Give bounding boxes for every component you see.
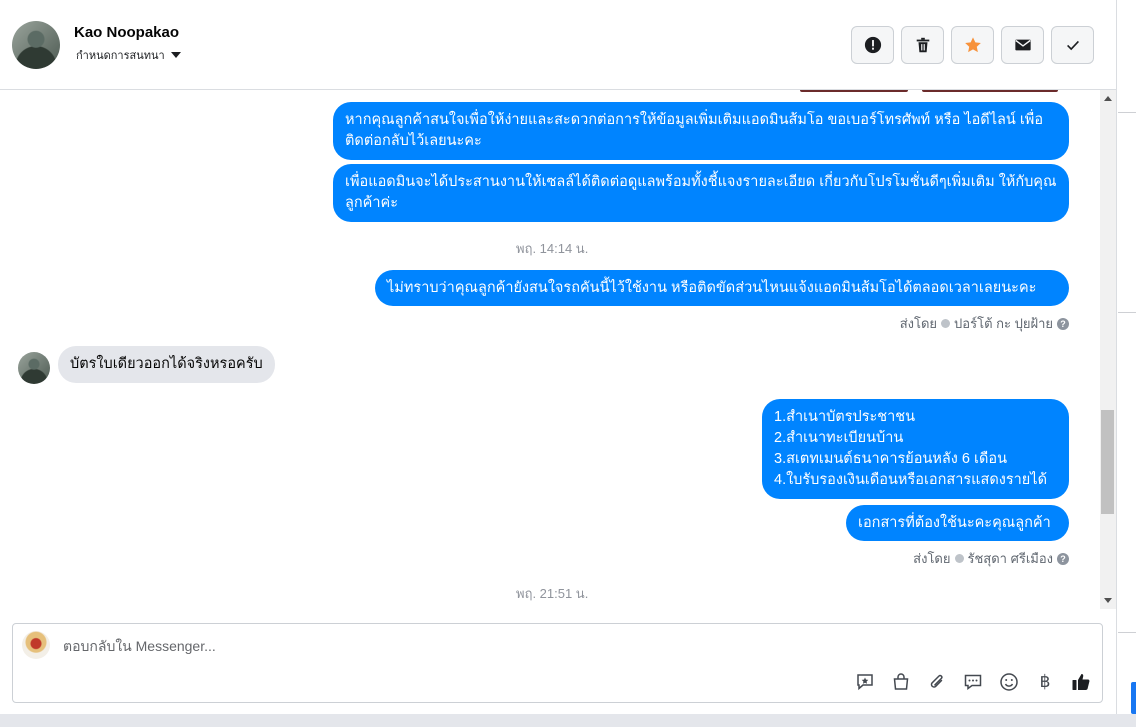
help-icon[interactable]: ? xyxy=(1057,317,1069,330)
mark-done-button[interactable] xyxy=(1051,26,1094,64)
reply-input[interactable] xyxy=(61,634,765,658)
scroll-up-arrow-icon[interactable] xyxy=(1104,96,1112,101)
sent-by-name[interactable]: ปอร์โต้ กะ ปุยฝ้าย xyxy=(954,313,1053,334)
inbox-conversation-panel: Kao Noopakao กำหนดการสนทนา หากคุณลูกค้าส… xyxy=(0,0,1117,714)
composer-toolbar: ฿ xyxy=(854,671,1092,693)
paperclip-icon xyxy=(930,674,943,688)
payment-button[interactable]: ฿ xyxy=(1034,671,1056,693)
message-line: 3.สเตทเมนต์ธนาคารย้อนหลัง 6 เดือน xyxy=(774,451,1008,467)
timestamp: พฤ. 21:51 น. xyxy=(516,586,589,601)
like-button[interactable] xyxy=(1070,671,1092,693)
side-panel-edge xyxy=(1117,0,1136,714)
divider xyxy=(1118,312,1136,313)
scrollbar-thumb[interactable] xyxy=(1101,410,1114,514)
delete-button[interactable] xyxy=(901,26,944,64)
header-actions xyxy=(851,26,1094,64)
contact-avatar[interactable] xyxy=(12,21,60,69)
thumbs-up-icon xyxy=(1072,674,1090,690)
divider xyxy=(1118,112,1136,113)
sent-by-info: ส่งโดย ปอร์โต้ กะ ปุยฝ้าย ? xyxy=(900,313,1069,334)
check-icon xyxy=(1066,40,1079,51)
message-bubble-outgoing[interactable]: เพื่อแอดมินจะได้ประสานงานให้เซลล์ได้ติดต… xyxy=(333,164,1069,222)
report-button[interactable] xyxy=(851,26,894,64)
contact-avatar-small[interactable] xyxy=(18,352,50,384)
attach-button[interactable] xyxy=(926,671,948,693)
chat-star-icon xyxy=(857,674,873,691)
attachment-preview xyxy=(922,90,1058,92)
page-avatar xyxy=(22,631,50,659)
sent-by-info: ส่งโดย รัชสุดา ศรีเมือง ? xyxy=(913,548,1069,569)
scroll-down-arrow-icon[interactable] xyxy=(1104,598,1112,603)
conversation-header: Kao Noopakao กำหนดการสนทนา xyxy=(0,0,1116,90)
message-thread[interactable]: หากคุณลูกค้าสนใจเพื่อให้ง่ายและสะดวกต่อก… xyxy=(0,90,1100,609)
help-icon[interactable]: ? xyxy=(1057,552,1069,565)
trash-icon xyxy=(916,37,929,53)
message-bubble-outgoing[interactable]: ไม่ทราบว่าคุณลูกค้ายังสนใจรถคันนี้ไว้ใช้… xyxy=(375,270,1069,306)
message-line: 4.ใบรับรองเงินเดือนหรือเอกสารแสดงรายได้ xyxy=(774,472,1047,488)
alert-icon xyxy=(864,36,881,54)
star-icon xyxy=(964,37,981,53)
saved-reply-button[interactable] xyxy=(854,671,876,693)
shopping-bag-icon xyxy=(893,673,909,690)
timestamp: พฤ. 14:14 น. xyxy=(516,241,589,256)
page-background xyxy=(0,714,1136,727)
sent-by-prefix: ส่งโดย xyxy=(899,316,938,331)
emoji-button[interactable] xyxy=(998,671,1020,693)
shop-button[interactable] xyxy=(890,671,912,693)
baht-icon: ฿ xyxy=(1039,672,1051,691)
contact-name[interactable]: Kao Noopakao xyxy=(74,24,179,41)
message-line: 2.สำเนาทะเบียนบ้าน xyxy=(774,430,904,446)
message-bubble-outgoing[interactable]: หากคุณลูกค้าสนใจเพื่อให้ง่ายและสะดวกต่อก… xyxy=(333,102,1069,160)
attachment-preview xyxy=(800,90,908,92)
smiley-icon xyxy=(1000,673,1018,691)
reply-composer: ฿ xyxy=(12,623,1103,703)
conversation-label-text: กำหนดการสนทนา xyxy=(76,50,165,62)
caret-down-icon xyxy=(170,52,181,58)
message-bubble-incoming[interactable]: บัตรใบเดียวออกได้จริงหรอครับ xyxy=(58,346,275,383)
star-button[interactable] xyxy=(951,26,994,64)
side-tab-indicator[interactable] xyxy=(1131,682,1136,714)
chat-bubbles-icon xyxy=(964,674,982,690)
message-line: 1.สำเนาบัตรประชาชน xyxy=(774,409,916,425)
conversation-label-dropdown[interactable]: กำหนดการสนทนา xyxy=(76,46,181,64)
quick-reply-button[interactable] xyxy=(962,671,984,693)
mark-unread-button[interactable] xyxy=(1001,26,1044,64)
agent-avatar-icon xyxy=(941,319,951,328)
envelope-icon xyxy=(1014,39,1031,51)
sent-by-prefix: ส่งโดย xyxy=(913,551,951,566)
message-bubble-outgoing[interactable]: 1.สำเนาบัตรประชาชน 2.สำเนาทะเบียนบ้าน 3.… xyxy=(762,399,1069,499)
sent-by-name[interactable]: รัชสุดา ศรีเมือง xyxy=(968,548,1054,569)
message-bubble-outgoing[interactable]: เอกสารที่ต้องใช้นะคะคุณลูกค้า xyxy=(846,505,1069,541)
divider xyxy=(1118,632,1136,633)
agent-avatar-icon xyxy=(954,554,964,563)
thread-scrollbar[interactable] xyxy=(1100,90,1116,609)
